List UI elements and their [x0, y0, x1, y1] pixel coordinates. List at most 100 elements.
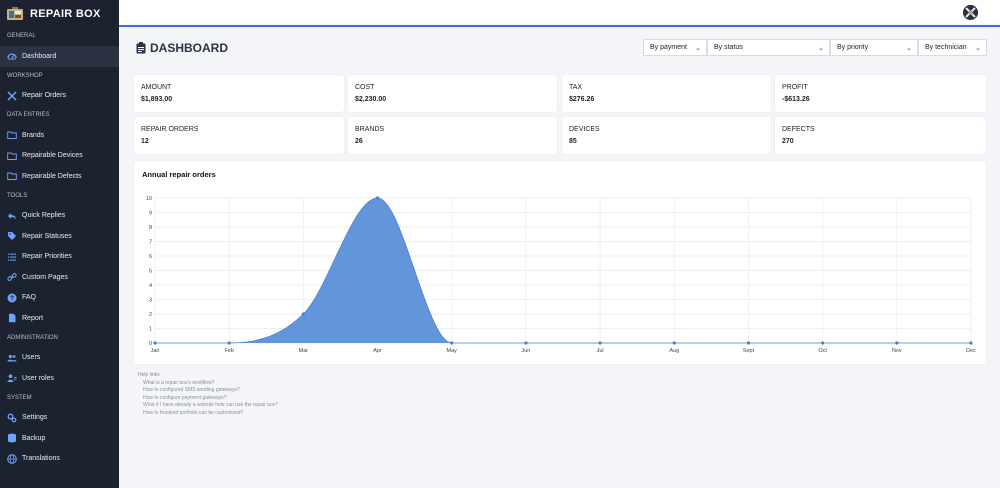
- stat-card-amount: AMOUNT $1,893.00: [134, 75, 344, 112]
- x-tick-label: Dec: [966, 348, 976, 354]
- data-point: [746, 341, 751, 345]
- sidebar-section-workshop: WORKSHOP: [7, 72, 43, 79]
- data-point: [153, 341, 157, 345]
- filter-label: By technician: [925, 44, 967, 51]
- x-tick-label: Feb: [224, 348, 233, 354]
- stat-value: $2,230.00: [355, 96, 387, 103]
- sidebar-item-custom-pages[interactable]: Custom Pages: [0, 267, 119, 288]
- reply-icon: [7, 211, 17, 221]
- sidebar: REPAIR BOX GENERAL Dashboard WORKSHOP Repai…: [0, 0, 119, 488]
- x-tick-label: Mar: [299, 348, 309, 354]
- y-tick-label: 5: [149, 269, 152, 275]
- sidebar-item-repair-statuses[interactable]: Repair Statuses: [0, 226, 119, 247]
- globe-icon: [7, 453, 17, 464]
- filter-by-priority[interactable]: By priority ⌄: [830, 39, 918, 56]
- sidebar-item-settings[interactable]: Settings: [0, 408, 119, 429]
- sidebar-section-tools: TOOLS: [7, 192, 28, 199]
- sidebar-item-brands[interactable]: Brands: [0, 125, 119, 146]
- svg-text:?: ?: [10, 295, 14, 302]
- sidebar-item-repair-priorities[interactable]: Repair Priorities: [0, 247, 119, 268]
- gear-icon: [7, 413, 17, 423]
- sidebar-item-backup[interactable]: Backup: [0, 428, 119, 449]
- sidebar-item-dashboard[interactable]: Dashboard: [0, 46, 119, 67]
- help-link[interactable]: What if I have already a website how can…: [143, 402, 278, 410]
- x-tick-label: Aug: [669, 348, 679, 354]
- x-tick-label: Jun: [521, 348, 530, 354]
- stat-label: DEVICES: [569, 126, 600, 133]
- sidebar-item-users[interactable]: Users: [0, 348, 119, 369]
- sidebar-item-label: Translations: [22, 455, 60, 463]
- data-point: [227, 341, 231, 345]
- sidebar-item-label: Settings: [22, 414, 48, 422]
- filter-label: By payment: [650, 44, 687, 51]
- sidebar-item-label: Custom Pages: [22, 273, 68, 281]
- stat-value: 270: [782, 138, 794, 145]
- sidebar-section-administration: ADMINISTRATION: [7, 334, 58, 341]
- avatar[interactable]: [963, 5, 978, 20]
- stat-value: 12: [141, 138, 149, 145]
- users-icon: [7, 353, 17, 363]
- stat-label: TAX: [569, 84, 583, 91]
- filter-label: By status: [714, 44, 743, 51]
- data-point: [672, 341, 676, 345]
- filter-by-payment[interactable]: By payment ⌄: [643, 39, 707, 56]
- stat-label: COST: [355, 84, 375, 91]
- filter-bar: By payment ⌄ By status ⌄ By priority ⌄ By t…: [643, 39, 987, 56]
- stat-label: BRANDS: [355, 126, 385, 133]
- tag-icon: [7, 231, 17, 241]
- stat-value: $276.26: [569, 96, 595, 103]
- chevron-down-icon: ⌄: [695, 44, 701, 52]
- brand[interactable]: REPAIR BOX: [0, 0, 119, 27]
- stat-label: REPAIR ORDERS: [141, 126, 199, 133]
- sidebar-item-label: Repair Priorities: [22, 253, 72, 261]
- chevron-down-icon: ⌄: [906, 44, 912, 52]
- sidebar-item-repair-orders[interactable]: Repair Orders: [0, 86, 119, 107]
- sidebar-section-general: GENERAL: [7, 33, 36, 39]
- sidebar-item-label: Repairable Defects: [22, 172, 82, 180]
- file-icon: [7, 313, 17, 323]
- sidebar-nav: GENERAL Dashboard WORKSHOP Repair Orders DAT…: [0, 27, 119, 469]
- help-link[interactable]: What is a repair box's workflow?: [143, 380, 278, 388]
- sidebar-section-data-entries: DATA ENTRIES: [7, 112, 50, 118]
- sidebar-item-label: Brands: [22, 131, 45, 139]
- help-title: Help links: [138, 372, 160, 378]
- sidebar-item-faq[interactable]: ? FAQ: [0, 288, 119, 309]
- app-name: REPAIR BOX: [30, 7, 101, 20]
- stat-value: 85: [569, 138, 577, 145]
- filter-label: By priority: [837, 44, 869, 51]
- x-tick-label: Jan: [151, 348, 160, 354]
- sidebar-item-report[interactable]: Report: [0, 308, 119, 329]
- topbar: [119, 0, 1000, 27]
- chart-svg: 0 1 2 3 4 5 6 7 8 9 10 Jan Feb Mar Apr May Jun Jul Aug Sept…: [146, 196, 976, 354]
- x-tick-label: Sept: [743, 348, 755, 354]
- stat-card-repair-orders: REPAIR ORDERS 12: [134, 117, 344, 154]
- sidebar-section-system: SYSTEM: [7, 394, 32, 401]
- sidebar-item-user-roles[interactable]: User roles: [0, 368, 119, 389]
- filter-by-technician[interactable]: By technician ⌄: [918, 39, 987, 56]
- data-point: [450, 341, 454, 345]
- data-point: [598, 341, 602, 345]
- help-link[interactable]: How to configured SMS sending gateways?: [143, 387, 278, 395]
- repair-box-logo-icon: [7, 6, 23, 21]
- x-tick-label: Nov: [892, 348, 902, 354]
- y-tick-label: 8: [149, 225, 152, 231]
- sidebar-item-label: Backup: [22, 434, 46, 442]
- data-point: [301, 312, 305, 316]
- sidebar-item-repairable-defects[interactable]: Repairable Defects: [0, 166, 119, 187]
- y-tick-label: 4: [149, 283, 152, 289]
- chevron-down-icon: ⌄: [818, 44, 824, 52]
- data-point: [375, 196, 380, 200]
- sidebar-item-translations[interactable]: Translations: [0, 449, 119, 470]
- help-links: Help links What is a repair box's workfl…: [138, 372, 278, 418]
- filter-by-status[interactable]: By status ⌄: [707, 39, 830, 56]
- sidebar-item-repairable-devices[interactable]: Repairable Devices: [0, 146, 119, 167]
- gauge-icon: [7, 51, 17, 61]
- help-link[interactable]: How to configure payment gateways?: [143, 395, 278, 403]
- stat-card-devices: DEVICES 85: [562, 117, 771, 154]
- question-icon: ?: [7, 293, 17, 303]
- help-link[interactable]: How to frontend portfolio can be customi…: [143, 410, 278, 418]
- sidebar-item-label: Quick Replies: [22, 212, 66, 220]
- sidebar-item-quick-replies[interactable]: Quick Replies: [0, 206, 119, 227]
- chevron-down-icon: ⌄: [975, 44, 981, 52]
- y-tick-label: 1: [149, 327, 152, 333]
